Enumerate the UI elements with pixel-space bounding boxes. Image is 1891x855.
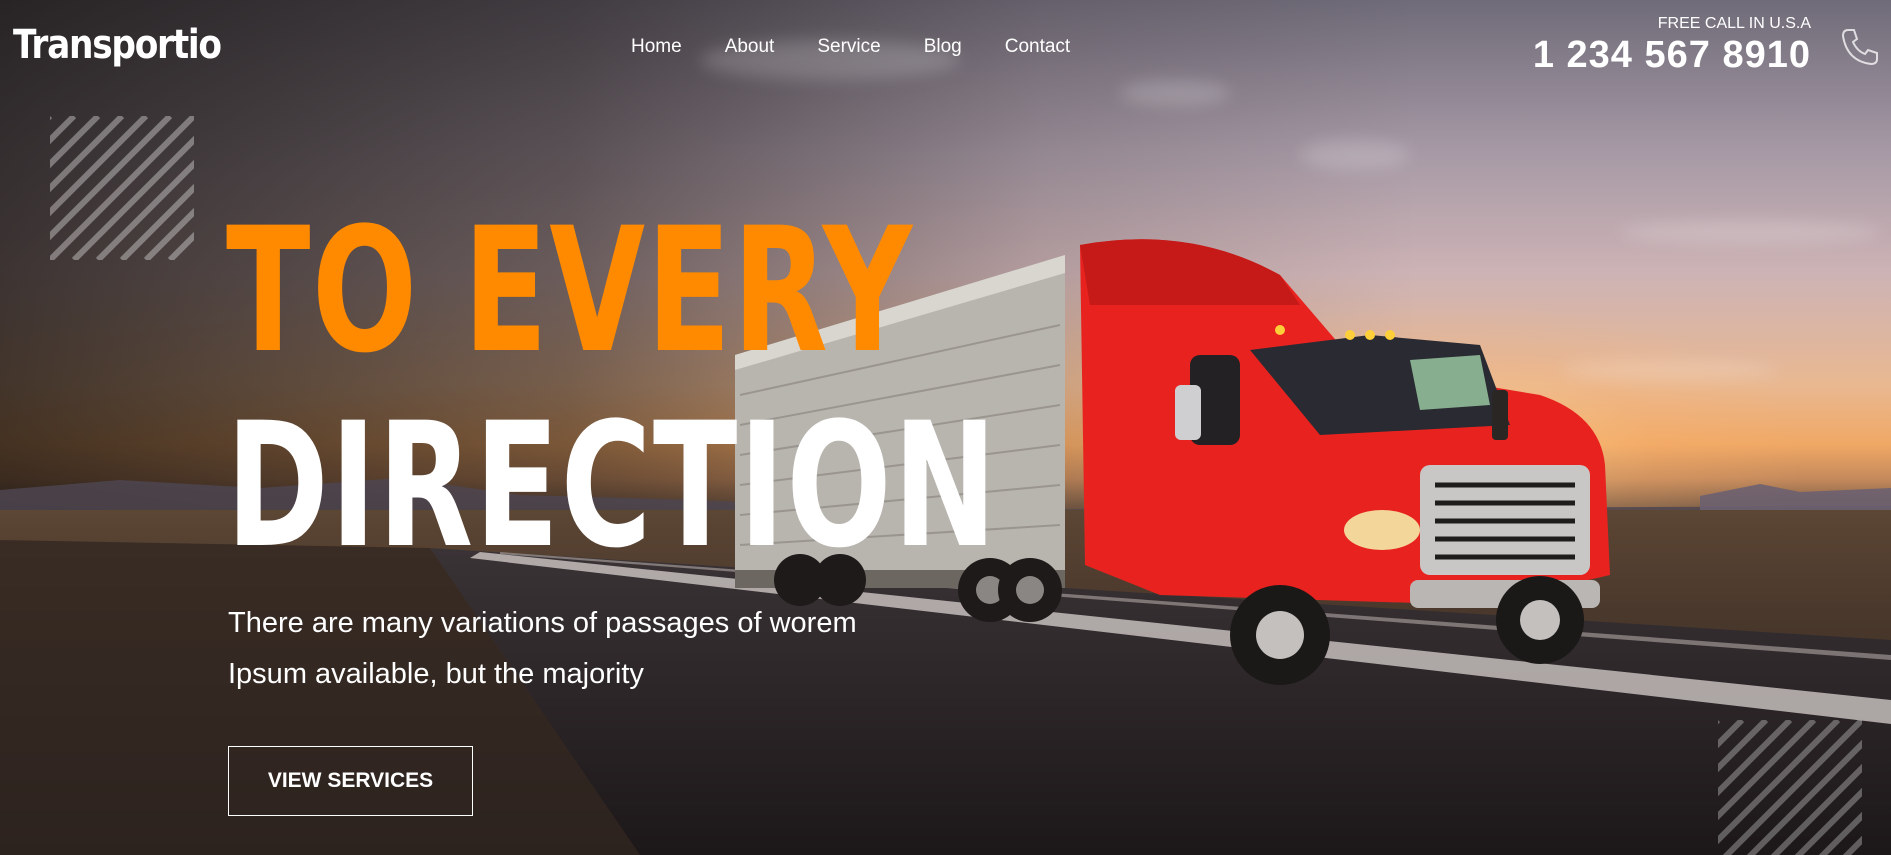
hero-subtext: There are many variations of passages of… [228,598,948,700]
phone-number[interactable]: 1 234 567 8910 [1533,34,1811,77]
brand-logo[interactable]: Transportio [13,22,222,68]
headline-line-1: TO EVERY [226,190,914,391]
main-nav: Home About Service Blog Contact [631,36,1113,58]
hero-subtext-line-2: Ipsum available, but the majority [228,658,644,690]
free-call-label: FREE CALL IN U.S.A [1657,15,1811,32]
hero-section: Transportio Home About Service Blog Cont… [0,0,1891,855]
phone-icon[interactable] [1839,26,1881,68]
nav-item-blog[interactable]: Blog [924,36,962,58]
headline-line-2: DIRECTION [226,385,999,586]
stripes-decoration [1718,720,1862,855]
nav-item-contact[interactable]: Contact [1005,36,1070,58]
view-services-button[interactable]: VIEW SERVICES [228,746,473,816]
nav-item-about[interactable]: About [725,36,775,58]
nav-item-home[interactable]: Home [631,36,682,58]
stripes-decoration [50,116,194,260]
nav-item-service[interactable]: Service [817,36,880,58]
hero-subtext-line-1: There are many variations of passages of… [228,607,857,639]
